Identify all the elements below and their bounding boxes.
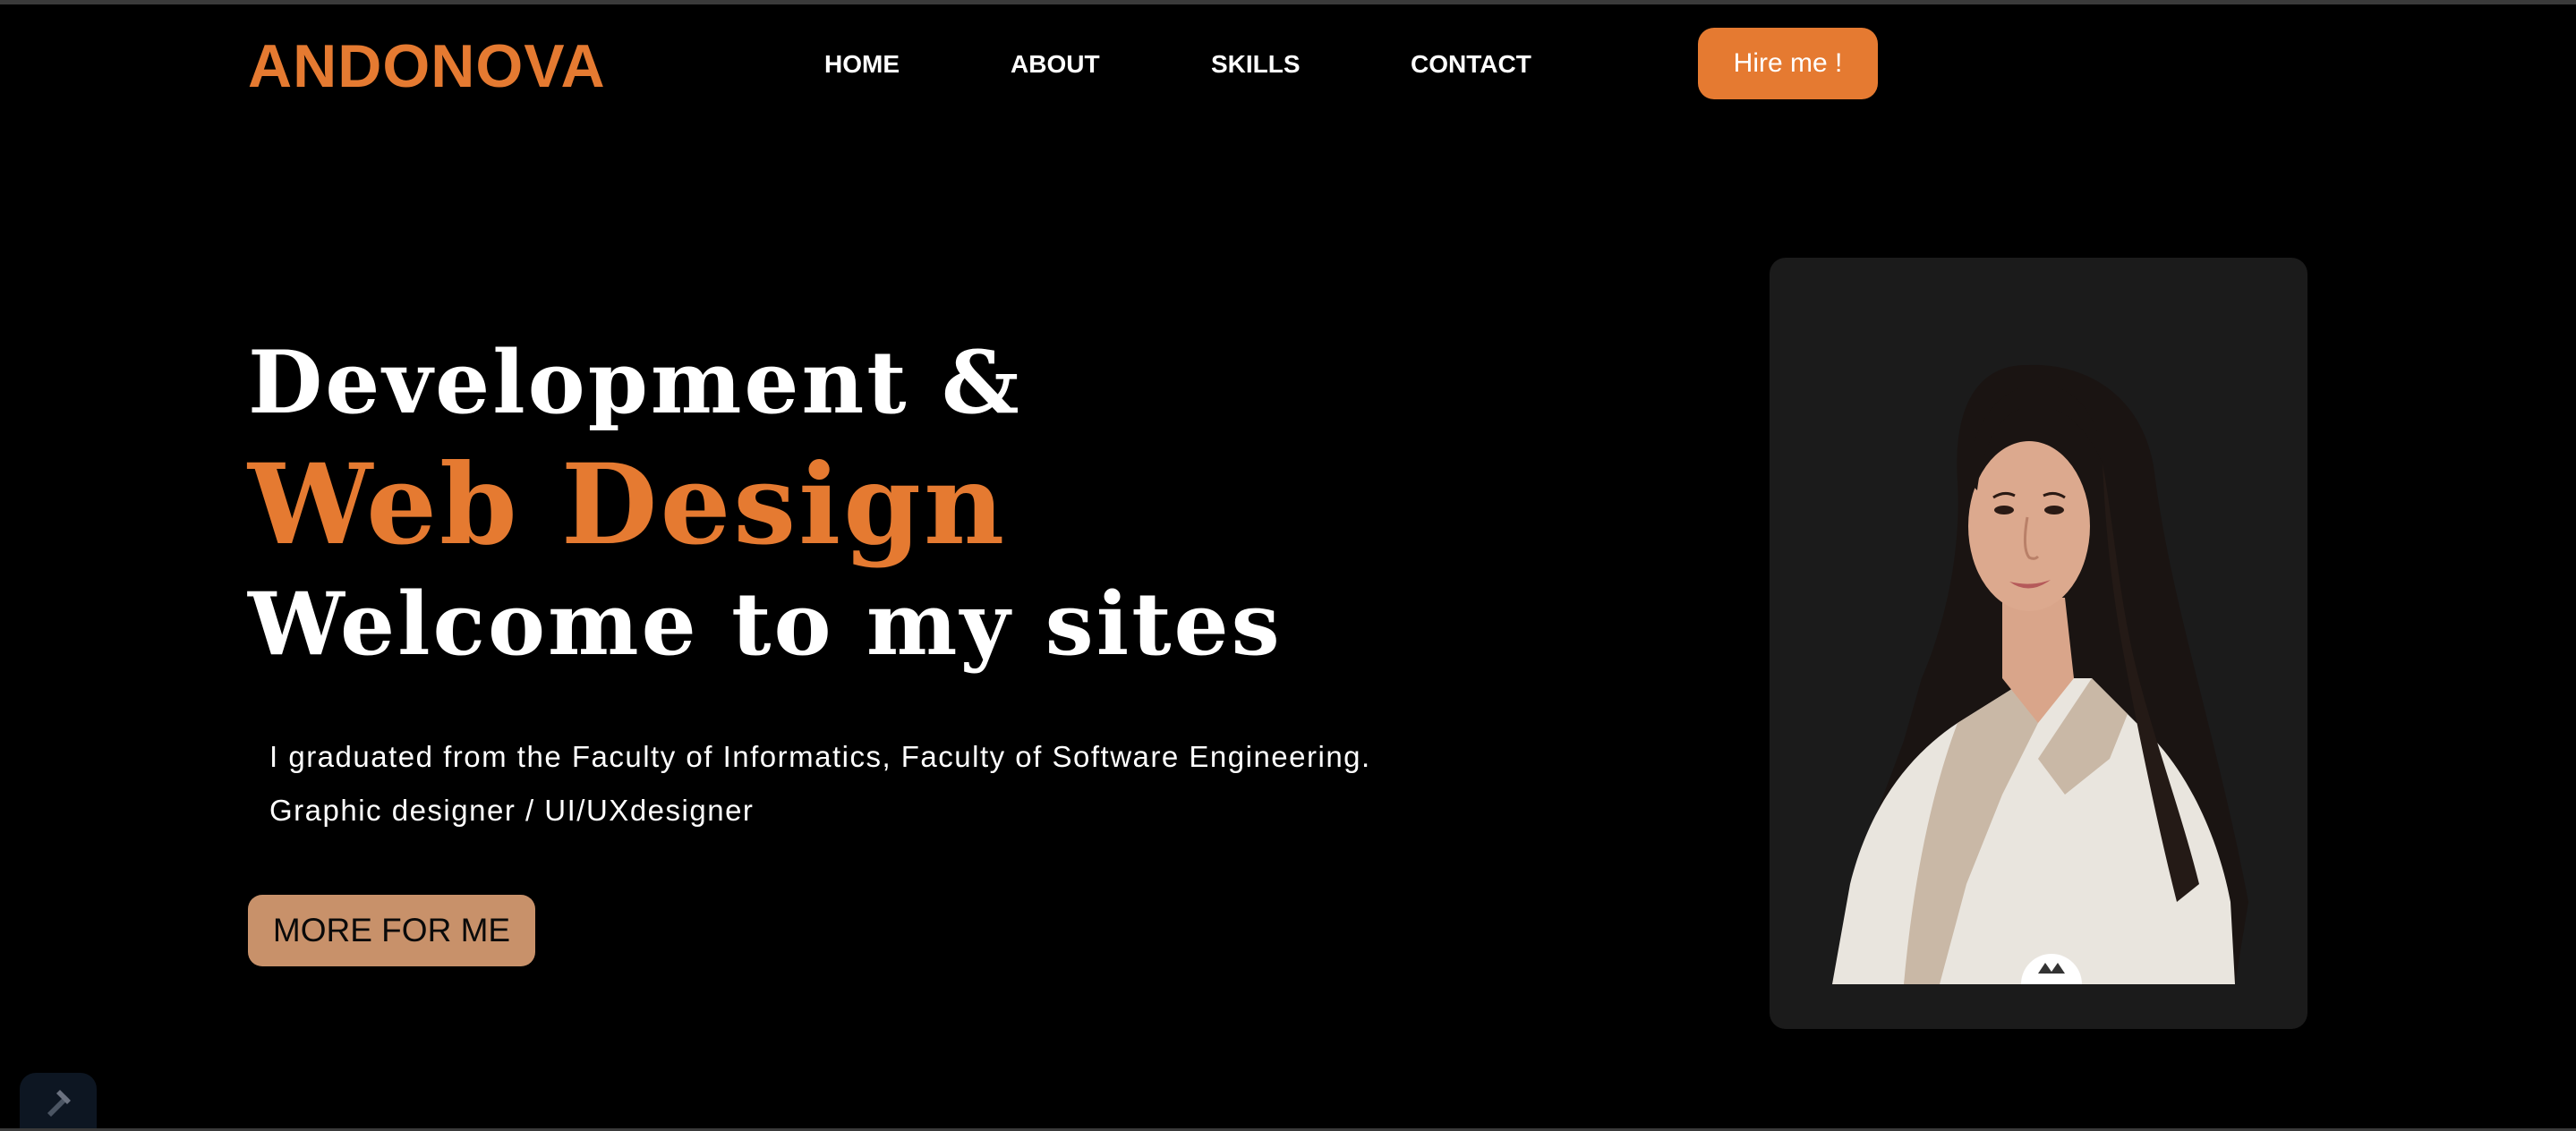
nav-home[interactable]: HOME [824,47,900,82]
top-border [0,0,2576,4]
profile-photo [1832,364,2248,1029]
hero-description-line1: I graduated from the Faculty of Informat… [269,740,1371,773]
nav-skills[interactable]: SKILLS [1211,47,1301,82]
hire-me-button[interactable]: Hire me ! [1698,28,1878,99]
hero-heading-line1: Development & [248,332,1022,433]
hero-heading-accent: Web Design [248,440,1008,570]
more-for-me-button[interactable]: MORE FOR ME [248,895,535,966]
hero-description-line2: Graphic designer / UI/UXdesigner [269,794,755,827]
nav-contact[interactable]: CONTACT [1411,47,1531,82]
profile-photo-card [1770,258,2307,1029]
pen-icon [47,1089,71,1117]
hero-heading-line3: Welcome to my sites [248,574,1283,675]
editor-widget-button[interactable] [20,1073,97,1131]
site-logo[interactable]: ANDONOVA [248,30,606,102]
nav-about[interactable]: ABOUT [1011,47,1100,82]
